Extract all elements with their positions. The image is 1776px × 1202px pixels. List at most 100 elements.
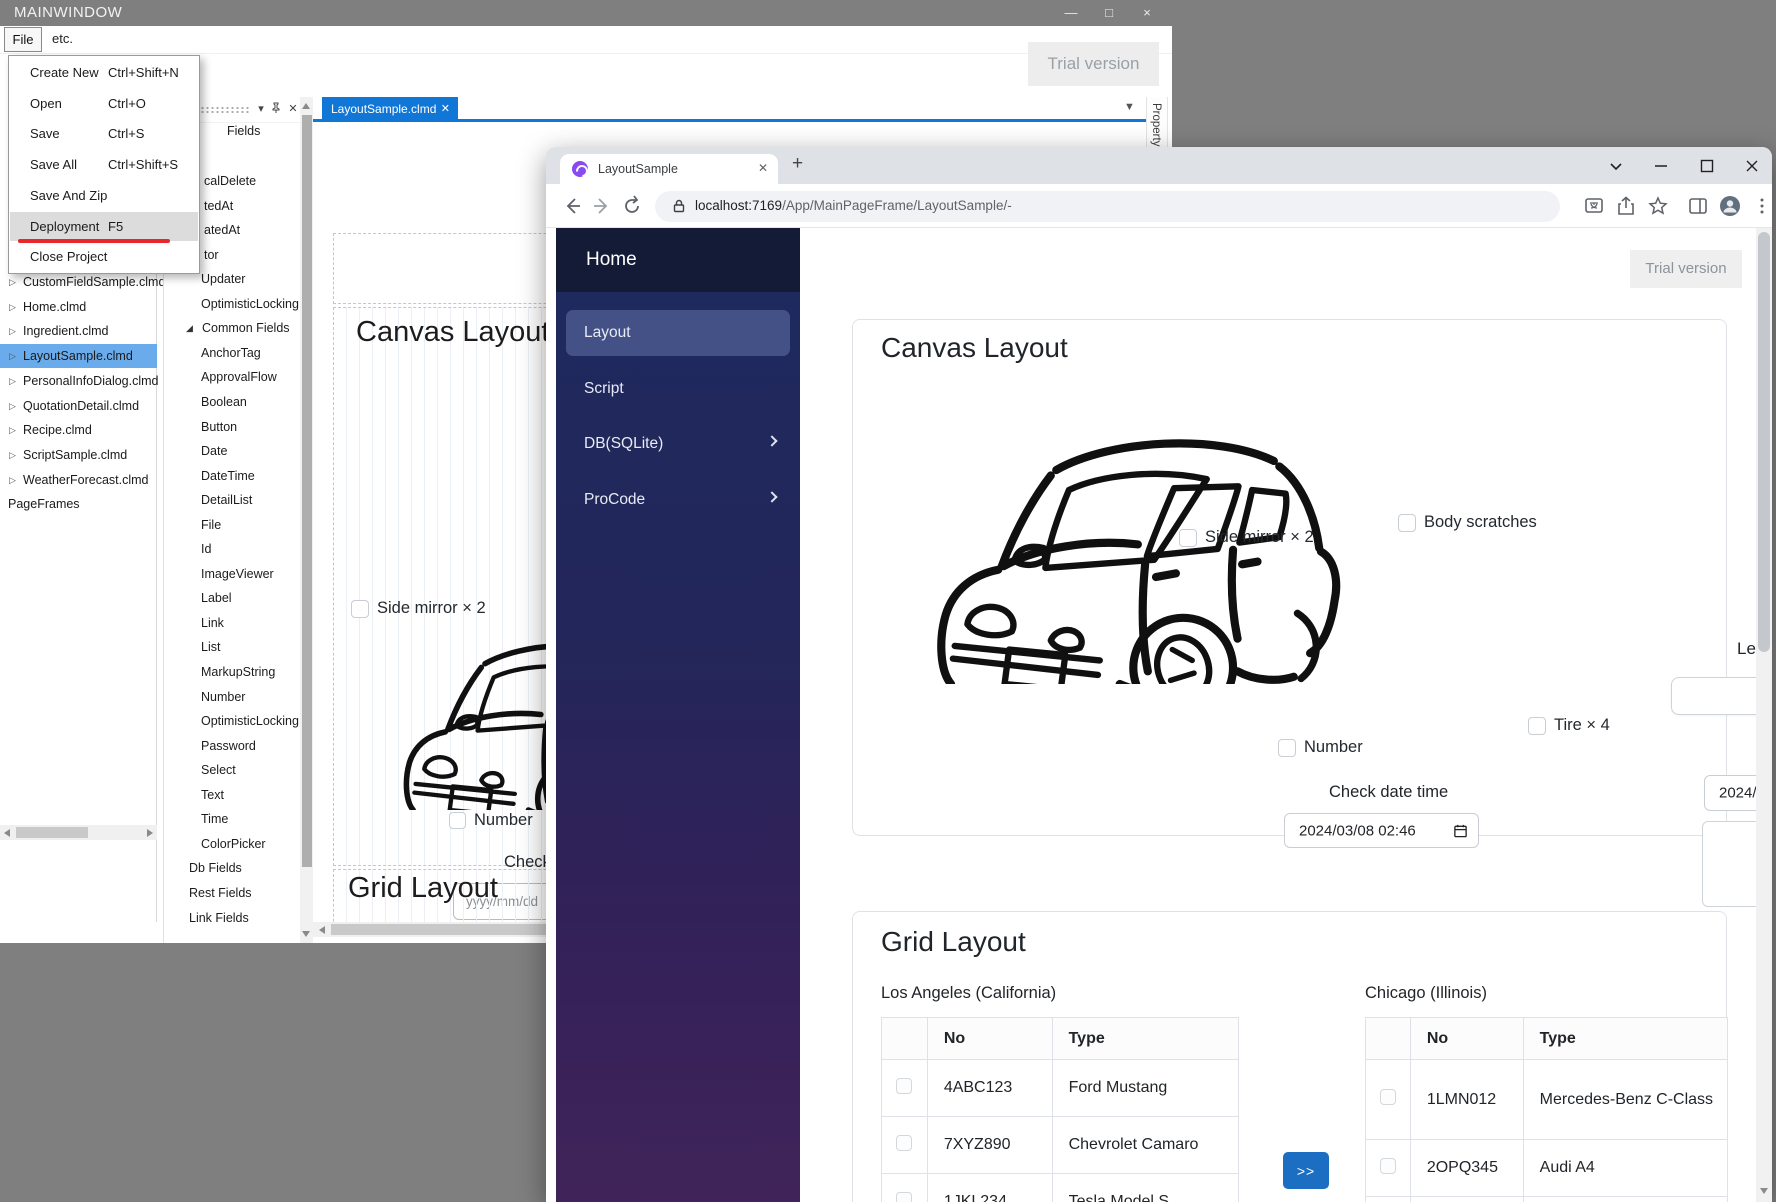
number-checkbox[interactable]: [449, 812, 466, 829]
row-checkbox[interactable]: [1380, 1158, 1396, 1174]
section-expanded-icon[interactable]: ◢: [186, 319, 193, 337]
refresh-icon[interactable]: [620, 194, 644, 218]
menu-item-create-new[interactable]: Create NewCtrl+Shift+N: [10, 58, 198, 87]
menu-item-label: Save: [30, 126, 60, 141]
fields-top-item[interactable]: Fields: [227, 122, 260, 140]
tree-item-quotationdetail-clmd[interactable]: ▷QuotationDetail.clmd: [0, 394, 157, 418]
scroll-left-icon[interactable]: [4, 829, 10, 837]
panel-pin-icon[interactable]: [270, 102, 284, 116]
browser-vscroll-thumb[interactable]: [1758, 232, 1770, 652]
tree-expander-icon[interactable]: ▷: [9, 369, 16, 393]
tree-hscroll-thumb[interactable]: [16, 827, 88, 838]
file-menu-button[interactable]: File: [4, 27, 42, 52]
menu-item-save-and-zip[interactable]: Save And Zip: [10, 181, 198, 210]
sidebar-home[interactable]: Home: [556, 228, 800, 292]
translate-icon[interactable]: [1582, 194, 1606, 218]
browser-close-icon[interactable]: [1737, 153, 1767, 179]
field-item-label: Label: [201, 589, 232, 607]
tree-item-ingredient-clmd[interactable]: ▷Ingredient.clmd: [0, 319, 157, 343]
ide-titlebar[interactable]: MAINWINDOW — □ ×: [0, 0, 1172, 26]
tree-expander-icon[interactable]: ▷: [9, 443, 16, 467]
tree-expander-icon[interactable]: ▷: [9, 319, 16, 343]
browser-vscrollbar[interactable]: [1756, 228, 1772, 1202]
tree-item-home-clmd[interactable]: ▷Home.clmd: [0, 295, 157, 319]
tire-checkbox[interactable]: [1528, 717, 1546, 735]
chicago-table: NoType1LMN012Mercedes-Benz C-Class2OPQ34…: [1365, 1017, 1728, 1202]
table-row[interactable]: 1LMN012Mercedes-Benz C-Class: [1366, 1060, 1728, 1140]
sidebar-item-db-sqlite[interactable]: DB(SQLite): [566, 421, 790, 467]
document-tab-layoutsample[interactable]: LayoutSample.clmd ✕: [322, 97, 458, 121]
url-text[interactable]: localhost:7169/App/MainPageFrame/LayoutS…: [695, 198, 1012, 213]
panel-close-icon[interactable]: ✕: [286, 102, 300, 116]
tree-hscrollbar[interactable]: [0, 825, 157, 840]
sidebar-item-layout[interactable]: Layout: [566, 310, 790, 356]
tree-item-recipe-clmd[interactable]: ▷Recipe.clmd: [0, 418, 157, 442]
tree-item-layoutsample-clmd[interactable]: ▷LayoutSample.clmd: [0, 344, 157, 368]
number-checkbox[interactable]: [1278, 739, 1296, 757]
ide-close-icon[interactable]: ×: [1128, 0, 1166, 26]
tree-item-scriptsample-clmd[interactable]: ▷ScriptSample.clmd: [0, 443, 157, 467]
scroll-up-icon[interactable]: [302, 103, 310, 109]
split-screen-icon[interactable]: [1686, 194, 1710, 218]
address-bar[interactable]: localhost:7169/App/MainPageFrame/LayoutS…: [655, 191, 1560, 222]
tree-item-pageframes[interactable]: PageFrames: [0, 492, 157, 516]
cell-type: Ford Mustang: [1052, 1060, 1238, 1117]
designer-grid-title: Grid Layout: [348, 872, 498, 905]
tree-expander-icon[interactable]: ▷: [9, 468, 16, 492]
forward-icon[interactable]: [590, 194, 614, 218]
sidebar-item-procode[interactable]: ProCode: [566, 477, 790, 523]
tab-close-icon[interactable]: ✕: [441, 97, 450, 121]
menu-item-close-project[interactable]: Close Project: [10, 242, 198, 271]
move-right-button[interactable]: >>: [1283, 1152, 1329, 1189]
ide-minimize-icon[interactable]: —: [1052, 0, 1090, 26]
ide-maximize-icon[interactable]: □: [1090, 0, 1128, 26]
panel-dropdown-icon[interactable]: ▾: [254, 102, 268, 116]
sidebar-item-script[interactable]: Script: [566, 366, 790, 412]
scroll-down-icon[interactable]: [302, 931, 310, 937]
menu-item-deployment[interactable]: DeploymentF5: [10, 212, 198, 241]
etc-menu-item[interactable]: etc.: [52, 31, 73, 46]
back-icon[interactable]: [560, 194, 584, 218]
field-item-label: calDelete: [204, 172, 256, 190]
row-checkbox[interactable]: [896, 1078, 912, 1094]
tree-item-weatherforecast-clmd[interactable]: ▷WeatherForecast.clmd: [0, 468, 157, 492]
tree-expander-icon[interactable]: ▷: [9, 394, 16, 418]
table-row[interactable]: 1JKL234Tesla Model S: [882, 1174, 1239, 1202]
menu-item-open[interactable]: OpenCtrl+O: [10, 89, 198, 118]
share-icon[interactable]: [1614, 194, 1638, 218]
bookmark-star-icon[interactable]: [1646, 194, 1670, 218]
new-tab-icon[interactable]: +: [792, 153, 803, 175]
side-mirror-checkbox[interactable]: [351, 600, 369, 618]
browser-tab[interactable]: LayoutSample ✕: [560, 154, 778, 184]
tree-expander-icon[interactable]: ▷: [9, 344, 16, 368]
scroll-left-icon[interactable]: [319, 926, 325, 934]
table-row[interactable]: 7XYZ890Chevrolet Camaro: [882, 1117, 1239, 1174]
kebab-menu-icon[interactable]: [1750, 194, 1772, 218]
cell-no: 7XYZ890: [927, 1117, 1052, 1174]
row-checkbox[interactable]: [896, 1192, 912, 1202]
side-mirror-checkbox[interactable]: [1179, 529, 1197, 547]
table-row[interactable]: 4ABC123Ford Mustang: [882, 1060, 1239, 1117]
scroll-down-icon[interactable]: [1760, 1188, 1768, 1194]
table-row[interactable]: 3RST567Lexus RX: [1366, 1197, 1728, 1202]
row-checkbox[interactable]: [1380, 1089, 1396, 1105]
body-scratches-checkbox[interactable]: [1398, 514, 1416, 532]
tree-item-personalinfodialog-clmd[interactable]: ▷PersonalInfoDialog.clmd: [0, 369, 157, 393]
tree-expander-icon[interactable]: ▷: [9, 418, 16, 442]
browser-minimize-icon[interactable]: [1646, 153, 1676, 179]
tree-expander-icon[interactable]: ▷: [9, 295, 16, 319]
fields-vscroll-thumb[interactable]: [302, 115, 312, 867]
tab-search-chevron-icon[interactable]: [1601, 153, 1631, 179]
row-checkbox[interactable]: [896, 1135, 912, 1151]
side-mirror-label: Side mirror × 2: [1205, 528, 1314, 547]
menu-item-save-all[interactable]: Save AllCtrl+Shift+S: [10, 150, 198, 179]
tab-close-icon[interactable]: ✕: [758, 161, 768, 175]
profile-avatar[interactable]: [1718, 194, 1742, 218]
fields-vscrollbar[interactable]: [300, 97, 313, 943]
table-row[interactable]: 2OPQ345Audi A4: [1366, 1140, 1728, 1197]
scroll-right-icon[interactable]: [147, 829, 153, 837]
browser-maximize-icon[interactable]: [1692, 153, 1722, 179]
menu-item-save[interactable]: SaveCtrl+S: [10, 119, 198, 148]
check-datetime-input[interactable]: 2024/03/08 02:46: [1284, 813, 1479, 848]
document-list-dropdown-icon[interactable]: ▼: [1124, 101, 1135, 113]
